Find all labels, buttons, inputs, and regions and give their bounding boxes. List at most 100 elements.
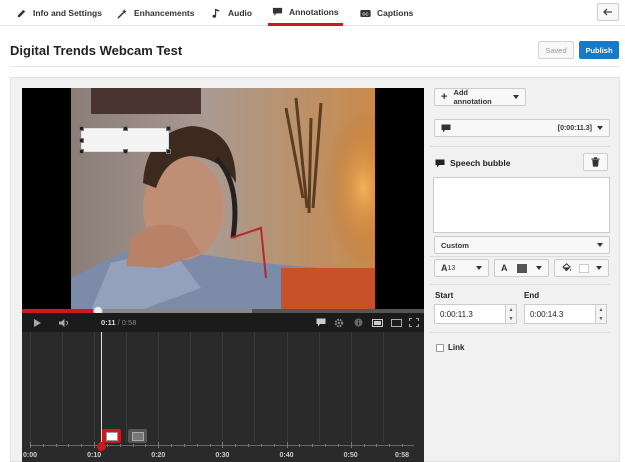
chevron-down-icon <box>513 95 519 99</box>
magic-wand-icon <box>117 8 127 19</box>
timeline-tick <box>299 444 301 447</box>
play-button[interactable] <box>30 313 44 332</box>
timeline-tick <box>209 444 211 447</box>
speech-bubble-icon <box>316 318 326 327</box>
resize-handle[interactable] <box>123 149 128 154</box>
start-time-input[interactable]: 0:00:11.3 <box>434 304 506 324</box>
text-color-dropdown[interactable]: A <box>494 259 549 277</box>
editor-tab-bar: Info and Settings Enhancements Audio Ann… <box>0 0 625 26</box>
timeline-playhead-handle[interactable] <box>97 442 106 451</box>
timeline-tick <box>81 444 83 447</box>
tab-info-and-settings[interactable]: Info and Settings <box>12 0 106 26</box>
volume-button[interactable] <box>56 313 72 332</box>
increment-icon[interactable]: ▲ <box>509 307 514 313</box>
annotation-timeline[interactable]: 0:00 0:10 0:20 0:30 0:40 0:50 0:58 <box>22 332 424 462</box>
large-player-button[interactable] <box>390 313 402 332</box>
timeline-tick <box>312 444 314 447</box>
text-color-swatch <box>516 263 527 273</box>
tab-captions[interactable]: CC Captions <box>356 0 417 26</box>
fullscreen-button[interactable] <box>408 313 420 332</box>
timeline-gridline <box>350 332 352 442</box>
info-button[interactable] <box>352 313 364 332</box>
resize-handle[interactable] <box>79 138 84 143</box>
timeline-gridline <box>222 332 224 442</box>
timeline-tick <box>42 444 44 447</box>
timeline-annotation[interactable] <box>128 429 147 443</box>
annotations-toggle-button[interactable] <box>315 313 327 332</box>
annotation-selector[interactable]: [0:00:11.3] <box>434 119 610 137</box>
annotation-speech-bubble[interactable] <box>79 126 171 154</box>
timeline-gridline <box>94 332 96 442</box>
timeline-gridline <box>254 332 256 442</box>
timeline-tick <box>248 444 250 447</box>
tab-enhancements[interactable]: Enhancements <box>113 0 198 26</box>
divider <box>430 146 610 147</box>
add-annotation-label: Add annotation <box>453 88 492 106</box>
resize-handle[interactable] <box>79 126 84 131</box>
video-still <box>71 88 375 310</box>
video-player[interactable] <box>22 88 424 310</box>
small-player-icon <box>371 318 383 327</box>
background-color-dropdown[interactable] <box>554 259 609 277</box>
increment-icon[interactable]: ▲ <box>599 307 604 313</box>
timeline-tick <box>30 442 31 448</box>
chevron-down-icon <box>476 266 482 270</box>
decrement-icon[interactable]: ▼ <box>509 316 514 322</box>
style-dropdown[interactable]: Custom <box>434 236 610 254</box>
small-player-button[interactable] <box>371 313 383 332</box>
chevron-down-icon <box>596 266 602 270</box>
timeline-label: 0:58 <box>394 452 410 459</box>
saved-button[interactable]: Saved <box>538 41 574 59</box>
trash-icon <box>591 157 600 167</box>
tab-annotations[interactable]: Annotations <box>268 0 343 26</box>
tab-audio[interactable]: Audio <box>207 0 256 26</box>
annotation-type-heading: Speech bubble <box>435 158 510 168</box>
timeline-tick <box>145 444 147 447</box>
timeline-gridline <box>190 332 192 442</box>
timeline-tick <box>273 444 275 447</box>
resize-handle[interactable] <box>166 149 171 154</box>
add-annotation-button[interactable]: + Add annotation <box>434 88 526 106</box>
publish-button[interactable]: Publish <box>579 41 619 59</box>
font-size-dropdown[interactable]: A 13 <box>434 259 489 277</box>
timeline-tick <box>106 444 108 447</box>
duration: / 0:58 <box>117 318 137 327</box>
settings-button[interactable] <box>333 313 345 332</box>
tab-info-and-settings-label: Info and Settings <box>33 8 102 18</box>
timeline-tick <box>402 444 403 447</box>
cc-icon: CC <box>360 9 371 17</box>
link-label: Link <box>448 343 465 352</box>
page-title: Digital Trends Webcam Test <box>10 43 183 58</box>
timeline-gridline <box>126 332 128 442</box>
timeline-label: 0:40 <box>279 452 294 459</box>
end-time-input[interactable]: 0:00:14.3 <box>524 304 596 324</box>
timeline-tick <box>55 444 57 447</box>
resize-handle[interactable] <box>79 149 84 154</box>
plus-icon: + <box>441 91 448 103</box>
tab-captions-label: Captions <box>377 8 414 18</box>
timeline-label: 0:00 <box>22 452 38 459</box>
resize-handle[interactable] <box>166 126 171 131</box>
resize-handle[interactable] <box>123 126 128 131</box>
chevron-down-icon <box>536 266 542 270</box>
annotation-time: [0:00:11.3] <box>557 124 592 132</box>
timeline-tick <box>235 444 237 447</box>
delete-annotation-button[interactable] <box>583 153 608 171</box>
time-display: 0:11 / 0:58 <box>101 313 136 332</box>
back-button[interactable] <box>597 3 619 21</box>
decrement-icon[interactable]: ▼ <box>599 316 604 322</box>
timeline-annotation-selected[interactable] <box>102 429 121 443</box>
timeline-gridline <box>318 332 320 442</box>
timeline-gridline <box>158 332 160 442</box>
timeline-tick <box>376 444 378 447</box>
timeline-label: 0:30 <box>215 452 230 459</box>
timeline-tick <box>183 444 185 447</box>
gear-icon <box>334 318 344 327</box>
timeline-tick <box>94 442 96 448</box>
start-time-stepper[interactable]: ▲ ▼ <box>505 304 517 324</box>
annotation-text-input[interactable] <box>433 177 610 233</box>
end-time-stepper[interactable]: ▲ ▼ <box>595 304 607 324</box>
link-checkbox[interactable] <box>436 344 444 352</box>
tab-enhancements-label: Enhancements <box>134 8 195 18</box>
play-icon <box>33 318 41 327</box>
